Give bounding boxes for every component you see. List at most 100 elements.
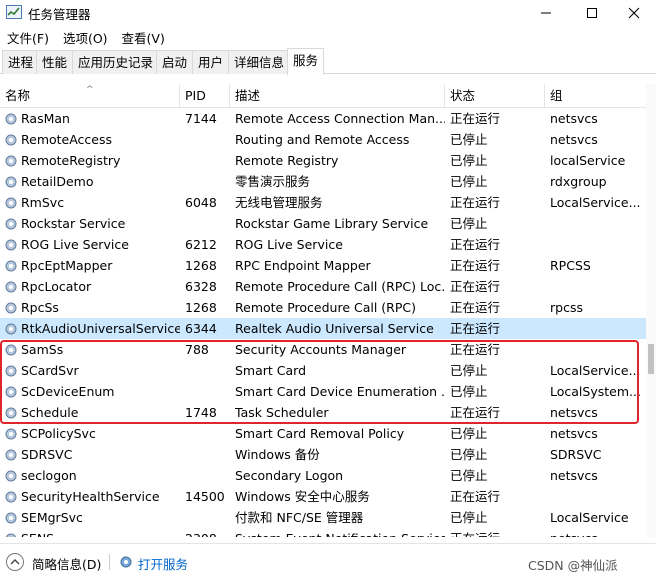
service-description: 付款和 NFC/SE 管理器 xyxy=(235,510,364,525)
table-row[interactable]: SCPolicySvc Smart Card Removal Policy 已停止 n… xyxy=(0,423,646,444)
close-button[interactable] xyxy=(612,0,656,26)
service-description: RPC Endpoint Mapper xyxy=(235,258,371,273)
vertical-scrollbar[interactable] xyxy=(646,84,656,537)
minimize-button[interactable] xyxy=(524,0,568,26)
table-row[interactable]: SEMgrSvc 付款和 NFC/SE 管理器 已停止 LocalService xyxy=(0,507,646,528)
table-row[interactable]: ScDeviceEnum Smart Card Device Enumeratio… xyxy=(0,381,646,402)
footer-bar: 简略信息(D) 打开服务 CSDN @神仙派 xyxy=(0,543,656,579)
tab-5[interactable]: 详细信息 xyxy=(228,50,291,74)
table-row[interactable]: ROG Live Service 6212 ROG Live Service 正在运行 xyxy=(0,234,646,255)
table-row[interactable]: RpcSs 1268 Remote Procedure Call (RPC) 正在运行… xyxy=(0,297,646,318)
service-pid: 7144 xyxy=(185,111,217,126)
service-group: LocalService xyxy=(550,510,629,525)
service-status: 已停止 xyxy=(450,426,488,441)
service-group: netsvcs xyxy=(545,528,646,537)
service-status: 已停止 xyxy=(450,510,488,525)
table-row[interactable]: SamSs 788 Security Accounts Manager 正在运行 xyxy=(0,339,646,360)
service-group: netsvcs xyxy=(550,132,598,147)
service-name: SCardSvr xyxy=(21,363,79,378)
service-status: 已停止 xyxy=(450,132,488,147)
service-group: localService xyxy=(550,153,626,168)
service-description: Windows 安全中心服务 xyxy=(235,489,370,504)
service-pid: 788 xyxy=(185,342,209,357)
table-row[interactable]: RasMan 7144 Remote Access Connection Man..… xyxy=(0,108,646,129)
service-pid xyxy=(180,381,230,402)
menu-item[interactable]: 查看(V) xyxy=(115,28,172,47)
column-header-name[interactable]: ^ 名称 xyxy=(0,84,180,108)
service-pid: 2308 xyxy=(180,528,230,537)
table-row[interactable]: SENS2308System Event Notification Servic… xyxy=(0,528,646,537)
tab-4[interactable]: 用户 xyxy=(192,50,230,74)
service-name: RpcEptMapper xyxy=(21,258,113,273)
service-status: 正在运行 xyxy=(450,279,501,294)
table-row[interactable]: seclogon Secondary Logon 已停止 netsvcs xyxy=(0,465,646,486)
service-description: Realtek Audio Universal Service xyxy=(235,321,434,336)
table-row[interactable]: Rockstar Service Rockstar Game Library Se… xyxy=(0,213,646,234)
service-description: System Event Notification Service xyxy=(230,528,445,537)
maximize-button[interactable] xyxy=(570,0,614,26)
table-row[interactable]: SDRSVC Windows 备份 已停止 SDRSVC xyxy=(0,444,646,465)
table-row[interactable]: RemoteAccess Routing and Remote Access 已停止… xyxy=(0,129,646,150)
table-row[interactable]: SecurityHealthService 14500 Windows 安全中心服务… xyxy=(0,486,646,507)
tab-0[interactable]: 进程 xyxy=(2,50,40,74)
service-pid xyxy=(180,171,230,192)
table-row[interactable]: RmSvc 6048 无线电管理服务 正在运行 LocalService... xyxy=(0,192,646,213)
service-group xyxy=(545,213,646,234)
service-group: RPCSS xyxy=(550,258,591,273)
table-row[interactable]: RemoteRegistry Remote Registry 已停止 localSer… xyxy=(0,150,646,171)
service-pid xyxy=(180,213,230,234)
tab-1[interactable]: 性能 xyxy=(36,50,74,74)
table-row[interactable]: RtkAudioUniversalService 6344 Realtek Audi… xyxy=(0,318,646,339)
chevron-up-icon[interactable] xyxy=(6,553,24,571)
service-group: rdxgroup xyxy=(550,174,607,189)
column-header-description[interactable]: 描述 xyxy=(230,84,445,108)
table-row[interactable]: Schedule 1748 Task Scheduler 正在运行 netsvcs xyxy=(0,402,646,423)
service-status: 正在运行 xyxy=(450,342,501,357)
service-name: ROG Live Service xyxy=(21,237,129,252)
footer-separator xyxy=(109,554,110,570)
tab-3[interactable]: 启动 xyxy=(156,50,194,74)
service-status: 正在运行 xyxy=(450,300,501,315)
services-table: ^ 名称 PID 描述 状态 组 RasMan 7144 Remote Access… xyxy=(0,84,646,537)
service-description: 零售演示服务 xyxy=(235,174,311,189)
service-name: RemoteAccess xyxy=(21,132,113,147)
service-name: SCPolicySvc xyxy=(21,426,96,441)
table-row[interactable]: SCardSvr Smart Card 已停止 LocalService... xyxy=(0,360,646,381)
service-pid: 14500 xyxy=(185,489,225,504)
service-pid xyxy=(180,129,230,150)
tab-6[interactable]: 服务 xyxy=(287,48,325,75)
table-row[interactable]: RetailDemo 零售演示服务 已停止 rdxgroup xyxy=(0,171,646,192)
service-pid xyxy=(180,465,230,486)
menu-item[interactable]: 选项(O) xyxy=(56,28,115,47)
service-status: 正在运行 xyxy=(450,111,501,126)
service-status: 正在运行 xyxy=(450,489,501,504)
scrollbar-thumb[interactable] xyxy=(648,344,654,374)
menu-item[interactable]: 文件(F) xyxy=(0,28,56,47)
service-group: LocalSystem... xyxy=(550,384,641,399)
service-group: LocalService... xyxy=(550,195,641,210)
service-pid xyxy=(180,360,230,381)
table-row[interactable]: RpcLocator 6328 Remote Procedure Call (RPC… xyxy=(0,276,646,297)
column-header-status[interactable]: 状态 xyxy=(445,84,545,108)
table-row[interactable]: RpcEptMapper 1268 RPC Endpoint Mapper 正在运行 R… xyxy=(0,255,646,276)
service-name: RmSvc xyxy=(21,195,65,210)
fewer-details-link[interactable]: 简略信息(D) xyxy=(32,554,101,573)
service-status: 正在运行 xyxy=(450,195,501,210)
service-description: Routing and Remote Access xyxy=(235,132,410,147)
service-name: seclogon xyxy=(21,468,77,483)
service-pid xyxy=(180,150,230,171)
service-status: 正在运行 xyxy=(450,258,501,273)
service-group: netsvcs xyxy=(550,468,598,483)
service-pid: 6328 xyxy=(185,279,217,294)
open-services-link[interactable]: 打开服务 xyxy=(138,554,188,573)
column-header-group[interactable]: 组 xyxy=(545,84,646,108)
tab-2[interactable]: 应用历史记录 xyxy=(72,50,160,74)
service-name: SDRSVC xyxy=(21,447,73,462)
tab-bar: 进程 性能 应用历史记录 启动 用户 详细信息 服务 xyxy=(0,48,656,75)
service-group: netsvcs xyxy=(550,426,598,441)
service-description: ROG Live Service xyxy=(235,237,343,252)
service-description: Task Scheduler xyxy=(235,405,329,420)
column-header-pid[interactable]: PID xyxy=(180,84,230,108)
service-name: RasMan xyxy=(21,111,70,126)
service-status: 已停止 xyxy=(450,468,488,483)
